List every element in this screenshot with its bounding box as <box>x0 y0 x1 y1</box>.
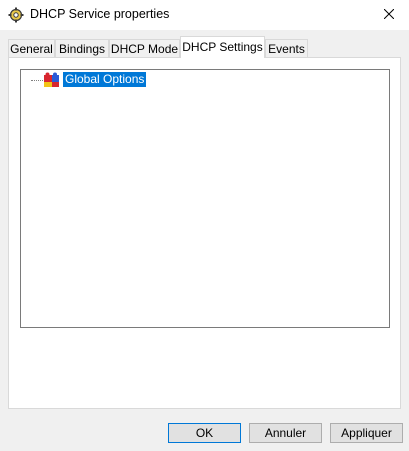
options-tree[interactable]: Global Options <box>20 69 390 328</box>
close-icon <box>384 9 394 19</box>
puzzle-icon <box>43 72 61 88</box>
title-bar: DHCP Service properties <box>0 0 409 30</box>
window-title: DHCP Service properties <box>30 7 170 21</box>
dhcp-properties-dialog: DHCP Service properties General Bindings… <box>0 0 409 451</box>
apply-button[interactable]: Appliquer <box>330 423 403 443</box>
tab-panel-dhcp-settings: Global Options <box>8 57 401 409</box>
tree-item-global-options[interactable]: Global Options <box>63 72 147 87</box>
tab-dhcp-settings[interactable]: DHCP Settings <box>180 36 265 58</box>
tab-general[interactable]: General <box>8 39 55 57</box>
ok-button[interactable]: OK <box>168 423 241 443</box>
cancel-button[interactable]: Annuler <box>249 423 322 443</box>
gear-icon <box>8 7 24 23</box>
tab-events[interactable]: Events <box>265 39 308 57</box>
tab-dhcp-mode[interactable]: DHCP Mode <box>109 39 180 57</box>
close-button[interactable] <box>375 2 403 26</box>
tab-bindings[interactable]: Bindings <box>55 39 109 57</box>
